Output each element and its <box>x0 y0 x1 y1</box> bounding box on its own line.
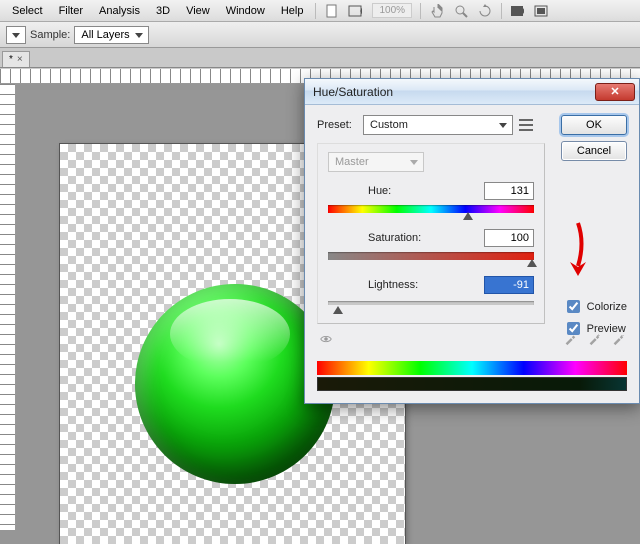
doc-icon[interactable] <box>321 2 343 20</box>
menu-help[interactable]: Help <box>273 2 312 20</box>
lightness-slider[interactable] <box>328 297 534 309</box>
separator <box>420 3 421 19</box>
sample-label: Sample: <box>30 29 70 41</box>
preset-menu-icon[interactable] <box>519 118 533 132</box>
rotate-view-icon[interactable] <box>474 2 496 20</box>
preset-value: Custom <box>370 119 408 131</box>
colorize-checkbox[interactable]: Colorize <box>563 297 627 316</box>
adjustment-group: Master Hue: Saturation: <box>317 143 545 324</box>
preview-label: Preview <box>587 323 626 335</box>
hue-saturation-dialog: Hue/Saturation ✕ Preset: Custom OK Cance… <box>304 78 640 404</box>
colorize-toggle-icon[interactable] <box>319 332 333 349</box>
channel-value: Master <box>335 156 369 168</box>
document-tab[interactable]: * × <box>2 51 30 67</box>
sample-value: All Layers <box>81 29 129 41</box>
options-checkboxes: Colorize Preview <box>563 297 627 341</box>
screen-mode-icon[interactable] <box>345 2 367 20</box>
hue-input[interactable] <box>484 182 534 200</box>
channel-dropdown: Master <box>328 152 424 172</box>
ok-button[interactable]: OK <box>561 115 627 135</box>
preview-check-input[interactable] <box>567 322 580 335</box>
lightness-thumb[interactable] <box>333 298 343 310</box>
close-icon[interactable]: × <box>17 54 23 65</box>
menu-view[interactable]: View <box>178 2 218 20</box>
hue-thumb[interactable] <box>463 204 473 216</box>
tab-name: * <box>9 54 13 65</box>
options-bar: Sample: All Layers <box>0 22 640 48</box>
preset-label: Preset: <box>317 119 363 131</box>
zoom-tool-icon[interactable] <box>450 2 472 20</box>
arrange-icon[interactable] <box>507 2 529 20</box>
saturation-input[interactable] <box>484 229 534 247</box>
menu-analysis[interactable]: Analysis <box>91 2 148 20</box>
preset-dropdown[interactable]: Custom <box>363 115 513 135</box>
colorize-label: Colorize <box>587 301 627 313</box>
dialog-title: Hue/Saturation <box>313 85 393 99</box>
sample-dropdown[interactable]: All Layers <box>74 26 148 44</box>
separator <box>315 3 316 19</box>
ruler-vertical[interactable] <box>0 84 16 530</box>
preview-checkbox[interactable]: Preview <box>563 319 627 338</box>
lightness-input[interactable] <box>484 276 534 294</box>
cancel-button[interactable]: Cancel <box>561 141 627 161</box>
point-sample-dropdown[interactable] <box>6 26 26 44</box>
menu-select[interactable]: Select <box>4 2 51 20</box>
menu-3d[interactable]: 3D <box>148 2 178 20</box>
result-spectrum-bar <box>317 377 627 391</box>
saturation-slider[interactable] <box>328 250 534 262</box>
saturation-label: Saturation: <box>368 232 421 244</box>
lightness-label: Lightness: <box>368 279 418 291</box>
saturation-thumb[interactable] <box>527 251 537 263</box>
menu-filter[interactable]: Filter <box>51 2 91 20</box>
hue-slider[interactable] <box>328 203 534 215</box>
zoom-level[interactable]: 100% <box>372 3 412 18</box>
spectrum-bar <box>317 361 627 375</box>
hue-label: Hue: <box>368 185 391 197</box>
screen-mode-dropdown-icon[interactable] <box>531 2 553 20</box>
close-button[interactable]: ✕ <box>595 83 635 101</box>
menu-window[interactable]: Window <box>218 2 273 20</box>
hand-tool-icon[interactable] <box>426 2 448 20</box>
document-tabs: * × <box>0 48 640 68</box>
colorize-check-input[interactable] <box>567 300 580 313</box>
dialog-titlebar[interactable]: Hue/Saturation ✕ <box>305 79 639 105</box>
menu-bar: Select Filter Analysis 3D View Window He… <box>0 0 640 22</box>
separator <box>501 3 502 19</box>
